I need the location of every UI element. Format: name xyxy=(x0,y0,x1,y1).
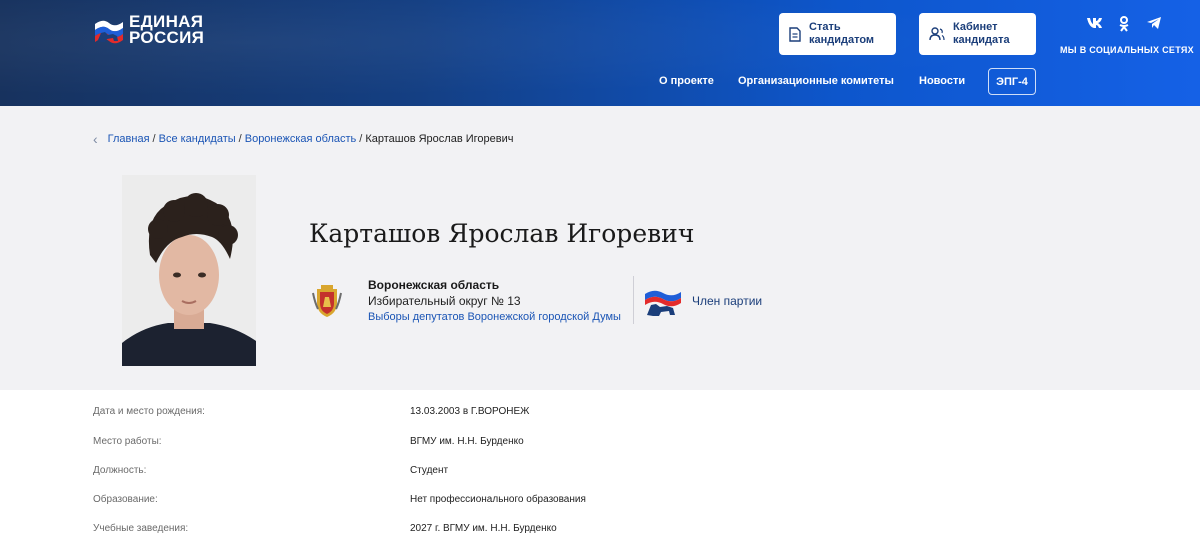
breadcrumb-home[interactable]: Главная xyxy=(108,133,150,145)
candidate-name: Карташов Ярослав Игоревич xyxy=(309,219,695,248)
social-icons xyxy=(1086,16,1162,36)
info-key: Должность: xyxy=(93,465,147,476)
bear-flag-logo-icon xyxy=(95,20,123,44)
social-label: МЫ В СОЦИАЛЬНЫХ СЕТЯХ xyxy=(1060,45,1194,55)
info-value: Студент xyxy=(410,465,449,476)
become-candidate-line1: Стать xyxy=(809,21,841,33)
become-candidate-button[interactable]: Стать кандидатом xyxy=(779,13,896,55)
info-key: Дата и место рождения: xyxy=(93,406,205,417)
nav-news[interactable]: Новости xyxy=(919,75,965,87)
candidate-photo xyxy=(122,175,256,366)
breadcrumb-region[interactable]: Воронежская область xyxy=(245,133,357,145)
nav-about[interactable]: О проекте xyxy=(659,75,714,87)
region-name: Воронежская область xyxy=(368,278,500,292)
info-key: Учебные заведения: xyxy=(93,523,189,534)
info-value: Нет профессионального образования xyxy=(410,494,586,505)
users-icon xyxy=(929,27,945,41)
party-status: Член партии xyxy=(692,294,763,308)
vk-icon[interactable] xyxy=(1086,16,1102,36)
info-value: 13.03.2003 в Г.ВОРОНЕЖ xyxy=(410,406,530,417)
breadcrumb: ‹ Главная / Все кандидаты / Воронежская … xyxy=(93,131,513,147)
region-info: Воронежская область Избирательный округ … xyxy=(368,277,621,325)
candidate-cabinet-line2: кандидата xyxy=(953,34,1010,46)
candidate-cabinet-line1: Кабинет xyxy=(953,21,998,33)
epg-button[interactable]: ЭПГ-4 xyxy=(988,68,1036,95)
info-key: Место работы: xyxy=(93,436,162,447)
voronezh-crest-icon xyxy=(309,283,345,324)
telegram-icon[interactable] xyxy=(1146,16,1162,36)
document-icon xyxy=(789,26,801,42)
nav-committees[interactable]: Организационные комитеты xyxy=(738,75,894,87)
breadcrumb-all-candidates[interactable]: Все кандидаты xyxy=(159,133,236,145)
breadcrumb-separator: / xyxy=(152,133,156,145)
candidate-cabinet-button[interactable]: Кабинет кандидата xyxy=(919,13,1036,55)
info-value: ВГМУ им. Н.Н. Бурденко xyxy=(410,436,524,447)
election-link[interactable]: Выборы депутатов Воронежской городской Д… xyxy=(368,309,621,325)
breadcrumb-current: Карташов Ярослав Игоревич xyxy=(365,133,514,145)
info-value: 2027 г. ВГМУ им. Н.Н. Бурденко xyxy=(410,523,557,534)
breadcrumb-separator: / xyxy=(238,133,242,145)
breadcrumb-separator: / xyxy=(359,133,363,145)
site-header: ЕДИНАЯ РОССИЯ Стать кандидатом Кабинет к… xyxy=(0,0,1200,106)
site-logo[interactable]: ЕДИНАЯ РОССИЯ xyxy=(93,13,205,47)
party-logo-icon xyxy=(644,288,682,323)
odnoklassniki-icon[interactable] xyxy=(1116,16,1132,36)
info-key: Образование: xyxy=(93,494,158,505)
divider xyxy=(633,276,634,324)
become-candidate-line2: кандидатом xyxy=(809,34,875,46)
chevron-left-icon[interactable]: ‹ xyxy=(93,131,98,147)
electoral-district: Избирательный округ № 13 xyxy=(368,294,521,308)
logo-line2: РОССИЯ xyxy=(129,28,205,47)
